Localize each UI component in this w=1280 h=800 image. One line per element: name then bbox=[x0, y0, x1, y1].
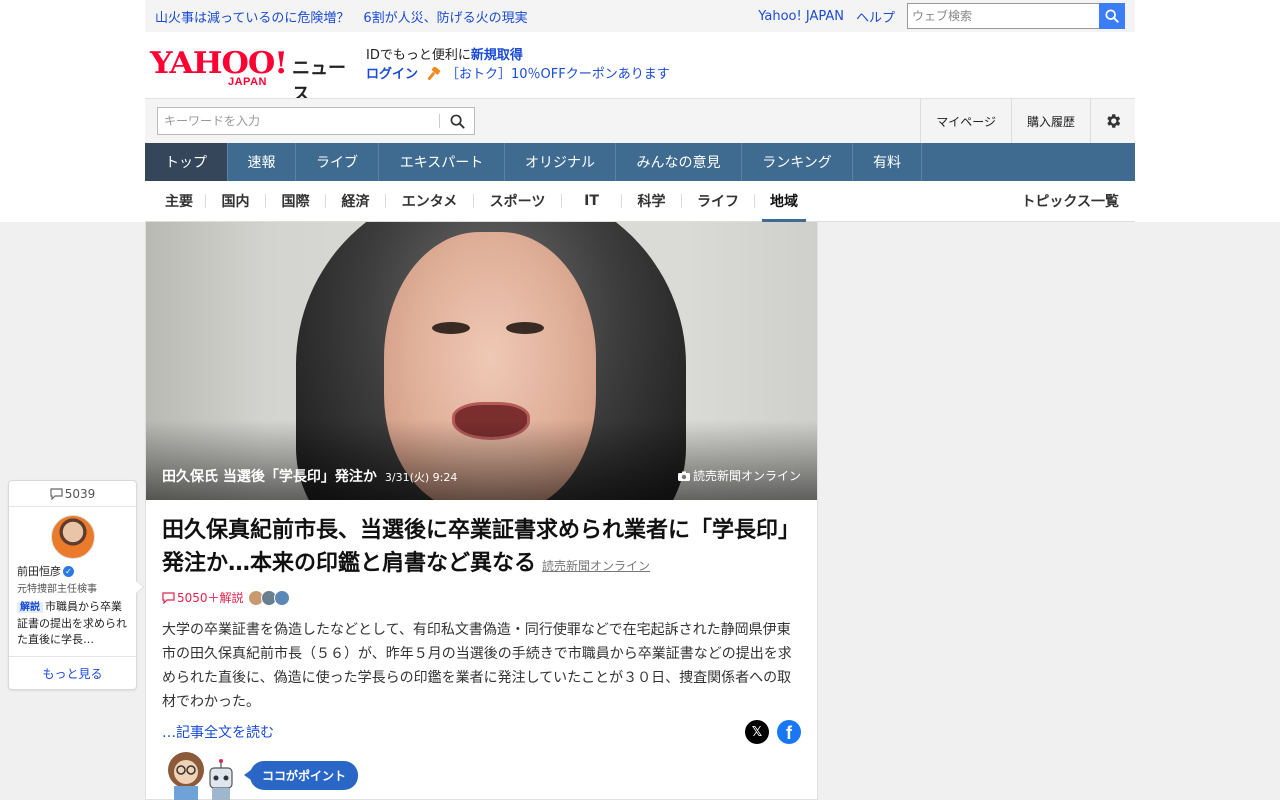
keyword-search bbox=[157, 107, 475, 135]
search-icon bbox=[1105, 9, 1119, 23]
user-links: マイページ 購入履歴 bbox=[920, 98, 1135, 144]
top-bar-right: Yahoo! JAPAN ヘルプ bbox=[758, 0, 1135, 32]
coupon-link[interactable]: ［おトク］10％OFFクーポンあります bbox=[446, 65, 670, 84]
article-summary: 大学の卒業証書を偽造したなどとして、有印私文書偽造・同行使罪などで在宅起訴された… bbox=[162, 622, 792, 710]
comment-card-count: 5039 bbox=[64, 486, 96, 501]
help-link[interactable]: ヘルプ bbox=[856, 7, 895, 26]
web-search-button[interactable] bbox=[1099, 3, 1125, 29]
comment-count-header[interactable]: 5039 bbox=[9, 481, 136, 507]
yahoo-news-logo[interactable]: YAHOO! JAPAN ニュース bbox=[150, 40, 360, 105]
category-sports[interactable]: スポーツ bbox=[474, 181, 561, 222]
share-facebook-button[interactable]: f bbox=[777, 720, 801, 744]
category-nav: 主要 国内 国際 経済 エンタメ スポーツ IT 科学 ライフ 地域 トピックス… bbox=[145, 181, 1135, 222]
comment-meta[interactable]: 5050＋解説 bbox=[162, 589, 801, 606]
topic-article: 田久保氏 当選後「学長印」発注か 3/31(火) 9:24 読売新聞オンライン … bbox=[145, 222, 818, 800]
article-headline-text[interactable]: 田久保真紀前市長、当選後に卒業証書求められ業者に「学長印」発注か…本来の印鑑と肩… bbox=[162, 518, 800, 576]
top-headline-link-2[interactable]: 6割が人災、防げる火の現実 bbox=[363, 7, 527, 26]
keyword-search-input[interactable] bbox=[158, 108, 439, 134]
verified-icon: ✓ bbox=[63, 565, 74, 577]
web-search-input[interactable] bbox=[907, 3, 1099, 29]
mascot-illustration bbox=[168, 752, 233, 800]
share-buttons: 𝕏 f bbox=[745, 720, 801, 744]
purchase-history-link[interactable]: 購入履歴 bbox=[1010, 98, 1090, 144]
nav-opinions[interactable]: みんなの意見 bbox=[616, 143, 742, 181]
comment-icon bbox=[162, 591, 175, 604]
nav-original[interactable]: オリジナル bbox=[505, 143, 616, 181]
promo-prefix: IDでもっと便利に bbox=[366, 48, 471, 63]
promo-line-2: ログイン ［おトク］10％OFFクーポンあります bbox=[366, 65, 670, 84]
hammer-icon bbox=[427, 66, 441, 80]
share-x-button[interactable]: 𝕏 bbox=[745, 720, 769, 744]
category-main[interactable]: 主要 bbox=[153, 181, 205, 222]
category-economy[interactable]: 経済 bbox=[326, 181, 385, 222]
category-entertainment[interactable]: エンタメ bbox=[386, 181, 473, 222]
see-more-link[interactable]: もっと見る bbox=[9, 656, 136, 689]
photo-source: 読売新聞オンライン bbox=[677, 467, 801, 484]
expert-avatars bbox=[247, 589, 290, 606]
login-link[interactable]: ログイン bbox=[366, 65, 418, 84]
expert-comment-text: 解説 市職員から卒業証書の提出を求められた直後に学長… bbox=[17, 599, 128, 647]
publisher-link[interactable]: 読売新聞オンライン bbox=[542, 559, 650, 573]
logo-japan-text: JAPAN bbox=[228, 76, 267, 88]
category-local[interactable]: 地域 bbox=[762, 181, 806, 222]
gear-icon bbox=[1107, 114, 1121, 128]
read-more-row: …記事全文を読む 𝕏 f bbox=[162, 720, 801, 744]
expert-role: 元特捜部主任検事 bbox=[17, 584, 97, 595]
x-icon: 𝕏 bbox=[751, 724, 763, 740]
nav-live[interactable]: ライブ bbox=[296, 143, 379, 181]
register-link[interactable]: 新規取得 bbox=[471, 48, 523, 63]
camera-icon bbox=[677, 471, 690, 481]
category-world[interactable]: 国際 bbox=[266, 181, 325, 222]
photo-eye bbox=[432, 322, 470, 334]
divider bbox=[754, 194, 755, 208]
key-point-section[interactable]: ココがポイント bbox=[162, 748, 359, 800]
read-full-article-link[interactable]: …記事全文を読む bbox=[162, 722, 274, 742]
top-bar: 山火事は減っているのに危険増？ 6割が人災、防げる火の現実 Yahoo! JAP… bbox=[145, 0, 1135, 32]
settings-button[interactable] bbox=[1090, 98, 1135, 144]
article-headline[interactable]: 田久保真紀前市長、当選後に卒業証書求められ業者に「学長印」発注か…本来の印鑑と肩… bbox=[162, 514, 801, 583]
photo-caption-title: 田久保氏 当選後「学長印」発注か bbox=[162, 469, 377, 485]
photo-source-text: 読売新聞オンライン bbox=[692, 469, 801, 483]
explanation-tag: 解説 bbox=[17, 602, 43, 613]
yahoo-japan-link[interactable]: Yahoo! JAPAN bbox=[758, 9, 844, 24]
expert-name: 前田恒彦 bbox=[17, 565, 61, 578]
mypage-link[interactable]: マイページ bbox=[920, 98, 1011, 144]
nav-breaking[interactable]: 速報 bbox=[228, 143, 296, 181]
photo-timestamp: 3/31(火) 9:24 bbox=[384, 471, 458, 484]
expert-comment-card[interactable]: 5039 前田恒彦 ✓ 元特捜部主任検事 解説 市職員から卒業証書の提出を求められ… bbox=[8, 480, 137, 690]
avatar bbox=[273, 589, 290, 606]
id-promo: IDでもっと便利に新規取得 ログイン ［おトク］10％OFFクーポンあります bbox=[366, 46, 670, 84]
main-nav: トップ 速報 ライブ エキスパート オリジナル みんなの意見 ランキング 有料 bbox=[145, 143, 1135, 181]
category-life[interactable]: ライフ bbox=[682, 181, 754, 222]
photo-eye bbox=[506, 322, 544, 334]
photo-caption: 田久保氏 当選後「学長印」発注か 3/31(火) 9:24 bbox=[162, 466, 457, 486]
search-row: マイページ 購入履歴 bbox=[145, 98, 1135, 144]
expert-name-row: 前田恒彦 ✓ bbox=[17, 563, 136, 579]
category-it[interactable]: IT bbox=[562, 181, 621, 222]
promo-line-1: IDでもっと便利に新規取得 bbox=[366, 46, 670, 65]
keyword-search-button[interactable] bbox=[440, 108, 474, 134]
nav-ranking[interactable]: ランキング bbox=[742, 143, 853, 181]
photo-gradient bbox=[146, 420, 817, 500]
key-point-label[interactable]: ココがポイント bbox=[243, 760, 359, 790]
article-photo[interactable]: 田久保氏 当選後「学長印」発注か 3/31(火) 9:24 読売新聞オンライン bbox=[146, 222, 817, 500]
category-science[interactable]: 科学 bbox=[622, 181, 681, 222]
search-icon bbox=[450, 114, 465, 129]
web-search bbox=[907, 3, 1125, 29]
top-headline-link-1[interactable]: 山火事は減っているのに危険増？ bbox=[155, 7, 349, 26]
facebook-icon: f bbox=[786, 723, 792, 743]
logo-row: YAHOO! JAPAN ニュース IDでもっと便利に新規取得 ログイン ［おト… bbox=[145, 32, 1135, 105]
nav-top[interactable]: トップ bbox=[145, 143, 228, 181]
comment-icon bbox=[50, 487, 63, 500]
comment-count[interactable]: 5050＋解説 bbox=[177, 589, 244, 606]
nav-paid[interactable]: 有料 bbox=[853, 143, 922, 181]
avatar bbox=[50, 515, 95, 559]
nav-expert[interactable]: エキスパート bbox=[379, 143, 505, 181]
topics-list-link[interactable]: トピックス一覧 bbox=[1021, 191, 1119, 211]
category-domestic[interactable]: 国内 bbox=[206, 181, 265, 222]
